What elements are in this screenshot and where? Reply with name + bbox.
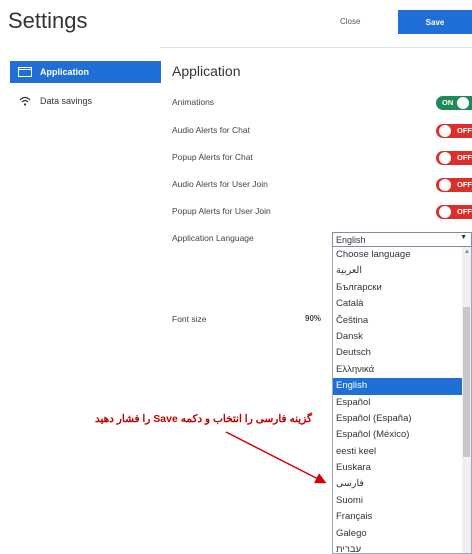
annotation-arrow-icon [225,431,327,484]
